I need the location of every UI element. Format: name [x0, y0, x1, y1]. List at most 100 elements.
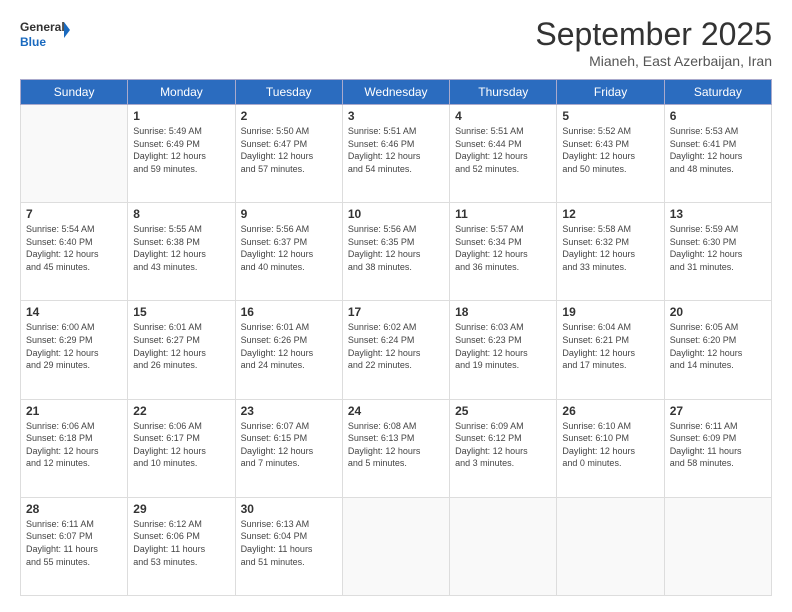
day-number: 15	[133, 305, 229, 319]
calendar-cell: 29Sunrise: 6:12 AMSunset: 6:06 PMDayligh…	[128, 497, 235, 595]
calendar-cell: 11 Sunrise: 5:57 AMSunset: 6:34 PMDayligh…	[450, 203, 557, 301]
day-info: Sunrise: 6:09 AMSunset: 6:12 PMDaylight:…	[455, 420, 551, 470]
day-info: Sunrise: 5:56 AMSunset: 6:35 PMDaylight:…	[348, 223, 444, 273]
day-number: 3	[348, 109, 444, 123]
calendar-cell: 21 Sunrise: 6:06 AMSunset: 6:18 PMDayligh…	[21, 399, 128, 497]
calendar-cell: 14 Sunrise: 6:00 AMSunset: 6:29 PMDayligh…	[21, 301, 128, 399]
calendar-cell: 9 Sunrise: 5:56 AMSunset: 6:37 PMDaylight…	[235, 203, 342, 301]
calendar-cell	[450, 497, 557, 595]
week-row-3: 14 Sunrise: 6:00 AMSunset: 6:29 PMDayligh…	[21, 301, 772, 399]
day-number: 2	[241, 109, 337, 123]
calendar-cell: 13 Sunrise: 5:59 AMSunset: 6:30 PMDayligh…	[664, 203, 771, 301]
day-number: 24	[348, 404, 444, 418]
day-number: 1	[133, 109, 229, 123]
calendar-cell: 6 Sunrise: 5:53 AMSunset: 6:41 PMDaylight…	[664, 105, 771, 203]
day-info: Sunrise: 6:13 AMSunset: 6:04 PMDaylight:…	[241, 518, 337, 568]
day-info: Sunrise: 6:02 AMSunset: 6:24 PMDaylight:…	[348, 321, 444, 371]
calendar-cell	[21, 105, 128, 203]
title-block: September 2025 Mianeh, East Azerbaijan, …	[535, 16, 772, 69]
week-row-5: 28 Sunrise: 6:11 AMSunset: 6:07 PMDayligh…	[21, 497, 772, 595]
day-info: Sunrise: 6:05 AMSunset: 6:20 PMDaylight:…	[670, 321, 766, 371]
day-info: Sunrise: 5:54 AMSunset: 6:40 PMDaylight:…	[26, 223, 122, 273]
logo: General Blue	[20, 16, 70, 52]
week-row-1: 1 Sunrise: 5:49 AMSunset: 6:49 PMDaylight…	[21, 105, 772, 203]
day-number: 8	[133, 207, 229, 221]
calendar-cell: 28 Sunrise: 6:11 AMSunset: 6:07 PMDayligh…	[21, 497, 128, 595]
day-info: Sunrise: 6:08 AMSunset: 6:13 PMDaylight:…	[348, 420, 444, 470]
day-info: Sunrise: 5:57 AMSunset: 6:34 PMDaylight:…	[455, 223, 551, 273]
day-info: Sunrise: 5:51 AMSunset: 6:46 PMDaylight:…	[348, 125, 444, 175]
day-info: Sunrise: 6:06 AMSunset: 6:18 PMDaylight:…	[26, 420, 122, 470]
day-number: 26	[562, 404, 658, 418]
day-info: Sunrise: 5:56 AMSunset: 6:37 PMDaylight:…	[241, 223, 337, 273]
day-info: Sunrise: 6:12 AMSunset: 6:06 PMDaylight:…	[133, 518, 229, 568]
calendar-cell: 12Sunrise: 5:58 AMSunset: 6:32 PMDayligh…	[557, 203, 664, 301]
day-number: 18	[455, 305, 551, 319]
weekday-thursday: Thursday	[450, 80, 557, 105]
calendar-cell: 5 Sunrise: 5:52 AMSunset: 6:43 PMDaylight…	[557, 105, 664, 203]
day-info: Sunrise: 5:49 AMSunset: 6:49 PMDaylight:…	[133, 125, 229, 175]
week-row-4: 21 Sunrise: 6:06 AMSunset: 6:18 PMDayligh…	[21, 399, 772, 497]
day-number: 30	[241, 502, 337, 516]
svg-text:Blue: Blue	[20, 35, 46, 49]
weekday-sunday: Sunday	[21, 80, 128, 105]
day-number: 20	[670, 305, 766, 319]
day-number: 4	[455, 109, 551, 123]
day-number: 5	[562, 109, 658, 123]
calendar-cell: 1 Sunrise: 5:49 AMSunset: 6:49 PMDaylight…	[128, 105, 235, 203]
weekday-header-row: SundayMondayTuesdayWednesdayThursdayFrid…	[21, 80, 772, 105]
day-info: Sunrise: 6:06 AMSunset: 6:17 PMDaylight:…	[133, 420, 229, 470]
day-info: Sunrise: 5:59 AMSunset: 6:30 PMDaylight:…	[670, 223, 766, 273]
location-subtitle: Mianeh, East Azerbaijan, Iran	[535, 53, 772, 69]
calendar-cell: 19 Sunrise: 6:04 AMSunset: 6:21 PMDayligh…	[557, 301, 664, 399]
day-info: Sunrise: 6:00 AMSunset: 6:29 PMDaylight:…	[26, 321, 122, 371]
calendar-cell	[557, 497, 664, 595]
calendar-cell: 3 Sunrise: 5:51 AMSunset: 6:46 PMDaylight…	[342, 105, 449, 203]
day-info: Sunrise: 5:55 AMSunset: 6:38 PMDaylight:…	[133, 223, 229, 273]
calendar-cell: 24 Sunrise: 6:08 AMSunset: 6:13 PMDayligh…	[342, 399, 449, 497]
logo-svg: General Blue	[20, 16, 70, 52]
calendar-cell: 16 Sunrise: 6:01 AMSunset: 6:26 PMDayligh…	[235, 301, 342, 399]
day-number: 27	[670, 404, 766, 418]
calendar-cell: 7 Sunrise: 5:54 AMSunset: 6:40 PMDaylight…	[21, 203, 128, 301]
day-number: 7	[26, 207, 122, 221]
day-number: 16	[241, 305, 337, 319]
day-number: 22	[133, 404, 229, 418]
calendar-cell: 18Sunrise: 6:03 AMSunset: 6:23 PMDayligh…	[450, 301, 557, 399]
day-info: Sunrise: 5:51 AMSunset: 6:44 PMDaylight:…	[455, 125, 551, 175]
month-title: September 2025	[535, 16, 772, 53]
day-info: Sunrise: 6:10 AMSunset: 6:10 PMDaylight:…	[562, 420, 658, 470]
day-number: 17	[348, 305, 444, 319]
day-info: Sunrise: 5:52 AMSunset: 6:43 PMDaylight:…	[562, 125, 658, 175]
calendar-cell: 15 Sunrise: 6:01 AMSunset: 6:27 PMDayligh…	[128, 301, 235, 399]
day-info: Sunrise: 6:04 AMSunset: 6:21 PMDaylight:…	[562, 321, 658, 371]
svg-text:General: General	[20, 20, 65, 34]
day-number: 13	[670, 207, 766, 221]
calendar-cell: 20 Sunrise: 6:05 AMSunset: 6:20 PMDayligh…	[664, 301, 771, 399]
day-number: 14	[26, 305, 122, 319]
day-number: 19	[562, 305, 658, 319]
day-info: Sunrise: 6:01 AMSunset: 6:27 PMDaylight:…	[133, 321, 229, 371]
calendar-cell	[342, 497, 449, 595]
weekday-monday: Monday	[128, 80, 235, 105]
calendar-cell: 17 Sunrise: 6:02 AMSunset: 6:24 PMDayligh…	[342, 301, 449, 399]
weekday-friday: Friday	[557, 80, 664, 105]
week-row-2: 7 Sunrise: 5:54 AMSunset: 6:40 PMDaylight…	[21, 203, 772, 301]
day-info: Sunrise: 6:07 AMSunset: 6:15 PMDaylight:…	[241, 420, 337, 470]
day-info: Sunrise: 6:11 AMSunset: 6:07 PMDaylight:…	[26, 518, 122, 568]
day-info: Sunrise: 5:53 AMSunset: 6:41 PMDaylight:…	[670, 125, 766, 175]
calendar-cell: 4 Sunrise: 5:51 AMSunset: 6:44 PMDaylight…	[450, 105, 557, 203]
day-number: 21	[26, 404, 122, 418]
day-number: 11	[455, 207, 551, 221]
weekday-saturday: Saturday	[664, 80, 771, 105]
calendar-cell: 26 Sunrise: 6:10 AMSunset: 6:10 PMDayligh…	[557, 399, 664, 497]
day-number: 10	[348, 207, 444, 221]
day-number: 9	[241, 207, 337, 221]
calendar-cell: 30 Sunrise: 6:13 AMSunset: 6:04 PMDayligh…	[235, 497, 342, 595]
day-number: 28	[26, 502, 122, 516]
calendar-cell: 2 Sunrise: 5:50 AMSunset: 6:47 PMDaylight…	[235, 105, 342, 203]
day-number: 6	[670, 109, 766, 123]
day-number: 12	[562, 207, 658, 221]
day-info: Sunrise: 6:01 AMSunset: 6:26 PMDaylight:…	[241, 321, 337, 371]
day-info: Sunrise: 5:50 AMSunset: 6:47 PMDaylight:…	[241, 125, 337, 175]
